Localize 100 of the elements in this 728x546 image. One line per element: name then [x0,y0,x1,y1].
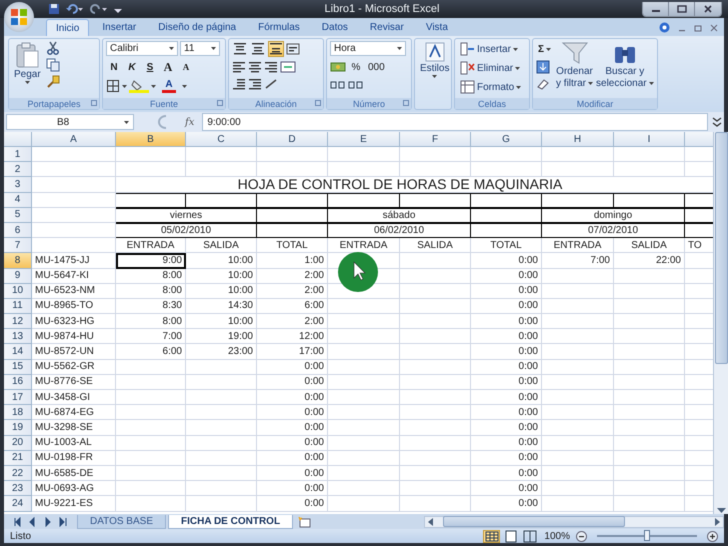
column-header[interactable]: G [471,132,542,147]
row-header[interactable]: 4 [4,192,32,208]
row-header[interactable]: 7 [4,238,32,254]
borders-icon[interactable] [106,79,120,93]
currency-icon[interactable] [330,60,346,74]
view-button[interactable] [483,530,500,542]
column-header[interactable]: D [257,132,328,147]
column-header[interactable]: H [542,132,614,147]
row-header[interactable]: 6 [4,222,32,238]
font-size-field[interactable]: 11 [180,41,220,56]
scroll-right-icon[interactable] [715,518,721,526]
save-icon[interactable] [48,3,60,15]
column-header[interactable]: A [32,132,116,147]
sheet-tab[interactable]: FICHA DE CONTROL [168,514,294,528]
ribbon-tab[interactable]: Vista [416,19,457,36]
sort-filter-button[interactable]: Ordenar y filtrar [556,41,594,96]
fill-color-icon[interactable] [129,79,149,93]
align-left-icon[interactable] [232,60,246,74]
row-header[interactable]: 12 [4,314,32,330]
ribbon-tab[interactable]: Datos [312,19,357,36]
row-header[interactable]: 5 [4,208,32,223]
row-header[interactable]: 17 [4,390,32,406]
column-header[interactable]: E [328,132,400,147]
paste-button[interactable]: Pegar [12,41,43,96]
row-header[interactable]: 8 [4,253,32,268]
scrollbar-thumb[interactable] [443,516,625,527]
scroll-left-icon[interactable] [427,518,433,526]
shrink-font-button[interactable]: A [178,59,194,75]
eraser-icon[interactable] [536,77,550,91]
cells-command-button[interactable]: Formato [458,79,524,95]
row-header[interactable]: 16 [4,374,32,390]
vertical-align-button[interactable] [250,41,266,57]
undo-icon[interactable] [66,3,84,15]
restore-icon[interactable] [694,24,702,32]
restore-button[interactable] [669,2,695,16]
last-sheet-icon[interactable] [58,516,69,526]
column-header[interactable]: I [614,132,685,147]
row-header[interactable]: 19 [4,420,32,436]
ribbon-tab[interactable]: Fórmulas [249,19,309,36]
view-button[interactable] [521,530,538,542]
decrease-indent-icon[interactable] [232,77,246,91]
row-header[interactable]: 10 [4,284,32,299]
row-header[interactable]: 13 [4,329,32,344]
minimize-button[interactable] [643,2,669,16]
row-header[interactable]: 9 [4,268,32,284]
ribbon-tab[interactable]: Insertar [93,19,146,36]
row-header[interactable]: 21 [4,450,32,466]
row-header[interactable]: 24 [4,496,32,512]
row-header[interactable]: 2 [4,162,32,178]
number-style-button[interactable]: 000 [366,59,387,75]
autosum-button[interactable]: Σ [536,41,554,57]
cells-command-button[interactable]: Insertar [458,41,524,57]
copy-icon[interactable] [46,58,60,72]
paintbrush-icon[interactable] [46,75,60,89]
scrollbar-thumb[interactable] [714,132,728,364]
row-header[interactable]: 14 [4,344,32,360]
cut-icon[interactable] [46,41,60,55]
close-icon[interactable] [710,24,718,32]
wrap-text-icon[interactable] [286,42,300,56]
row-header[interactable]: 3 [4,177,32,193]
help-icon[interactable] [659,22,670,33]
font-style-button[interactable]: N [106,59,122,75]
ribbon-tab[interactable]: Inicio [46,19,90,36]
font-color-button[interactable]: A [158,78,180,94]
number-format-field[interactable]: Hora [330,41,406,56]
font-name-field[interactable]: Calibri [106,41,178,56]
grow-font-button[interactable]: A [160,59,176,75]
row-header[interactable]: 18 [4,405,32,420]
formula-field[interactable]: 9:00:00 [202,113,708,131]
number-style-button[interactable]: % [348,59,364,75]
row-header[interactable]: 23 [4,481,32,496]
cells-command-button[interactable]: Eliminar [458,60,524,76]
zoom-out-icon[interactable] [576,530,587,542]
ribbon-tab[interactable]: Revisar [360,19,413,36]
find-select-button[interactable]: Buscar y seleccionar [596,41,654,96]
zoom-slider-thumb[interactable] [644,530,650,541]
column-header[interactable]: C [186,132,257,147]
row-header[interactable]: 1 [4,147,32,162]
row-header[interactable]: 20 [4,436,32,451]
increase-indent-icon[interactable] [248,77,262,91]
office-button[interactable] [4,2,34,32]
column-header[interactable]: B [116,132,186,147]
redo-icon[interactable] [90,3,108,15]
align-center-icon[interactable] [248,60,262,74]
fill-down-icon[interactable] [536,60,550,74]
insert-function-button[interactable]: fx [181,116,198,128]
align-right-icon[interactable] [264,60,278,74]
close-button[interactable] [695,2,721,16]
font-style-button[interactable]: K [124,59,140,75]
zoom-in-icon[interactable] [707,530,718,542]
name-box[interactable]: B8 [6,114,134,130]
font-style-button[interactable]: S [142,59,158,75]
row-header[interactable]: 15 [4,360,32,375]
ribbon-tab[interactable]: Diseño de página [149,19,246,36]
column-header[interactable]: F [400,132,471,147]
row-header[interactable]: 22 [4,466,32,482]
vertical-align-button[interactable] [232,41,248,57]
expand-formula-bar-icon[interactable] [712,116,722,128]
sheet-tab[interactable]: DATOS BASE [77,514,166,528]
merge-cells-icon[interactable] [280,60,296,74]
